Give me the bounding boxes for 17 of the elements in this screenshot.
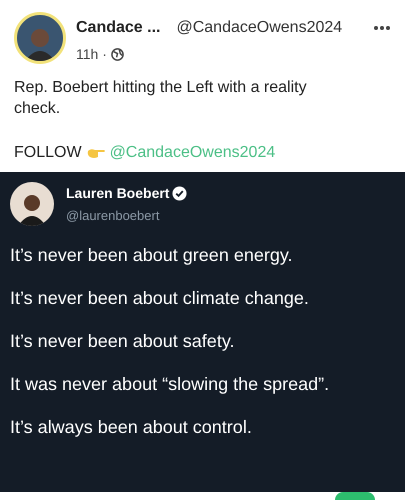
more-icon[interactable] [373, 25, 391, 31]
avatar[interactable] [14, 12, 66, 64]
post-text: Rep. Boebert hitting the Left with a reality check. [14, 78, 308, 119]
author-handle: @CandaceOwens2024 [176, 18, 342, 38]
author-handle: @laurenboebert [66, 206, 160, 225]
tweet-line: It’s never been about green energy. [10, 244, 294, 267]
author-name[interactable]: Candace ... [76, 16, 160, 40]
author-name[interactable]: Lauren Boebert [66, 182, 170, 204]
pointing-hand-icon [86, 146, 106, 160]
post-time: 11h · [76, 45, 107, 64]
tweet-line: It’s never been about safety. [10, 330, 236, 353]
tweet-line: It was never about “slowing the spread”. [10, 373, 330, 396]
avatar[interactable] [10, 182, 54, 226]
tweet-line: It’s always been about control. [10, 416, 253, 439]
follow-text: FOLLOW [14, 143, 82, 163]
globe-icon [110, 48, 124, 61]
tweet-line: It’s never been about climate change. [10, 287, 310, 310]
